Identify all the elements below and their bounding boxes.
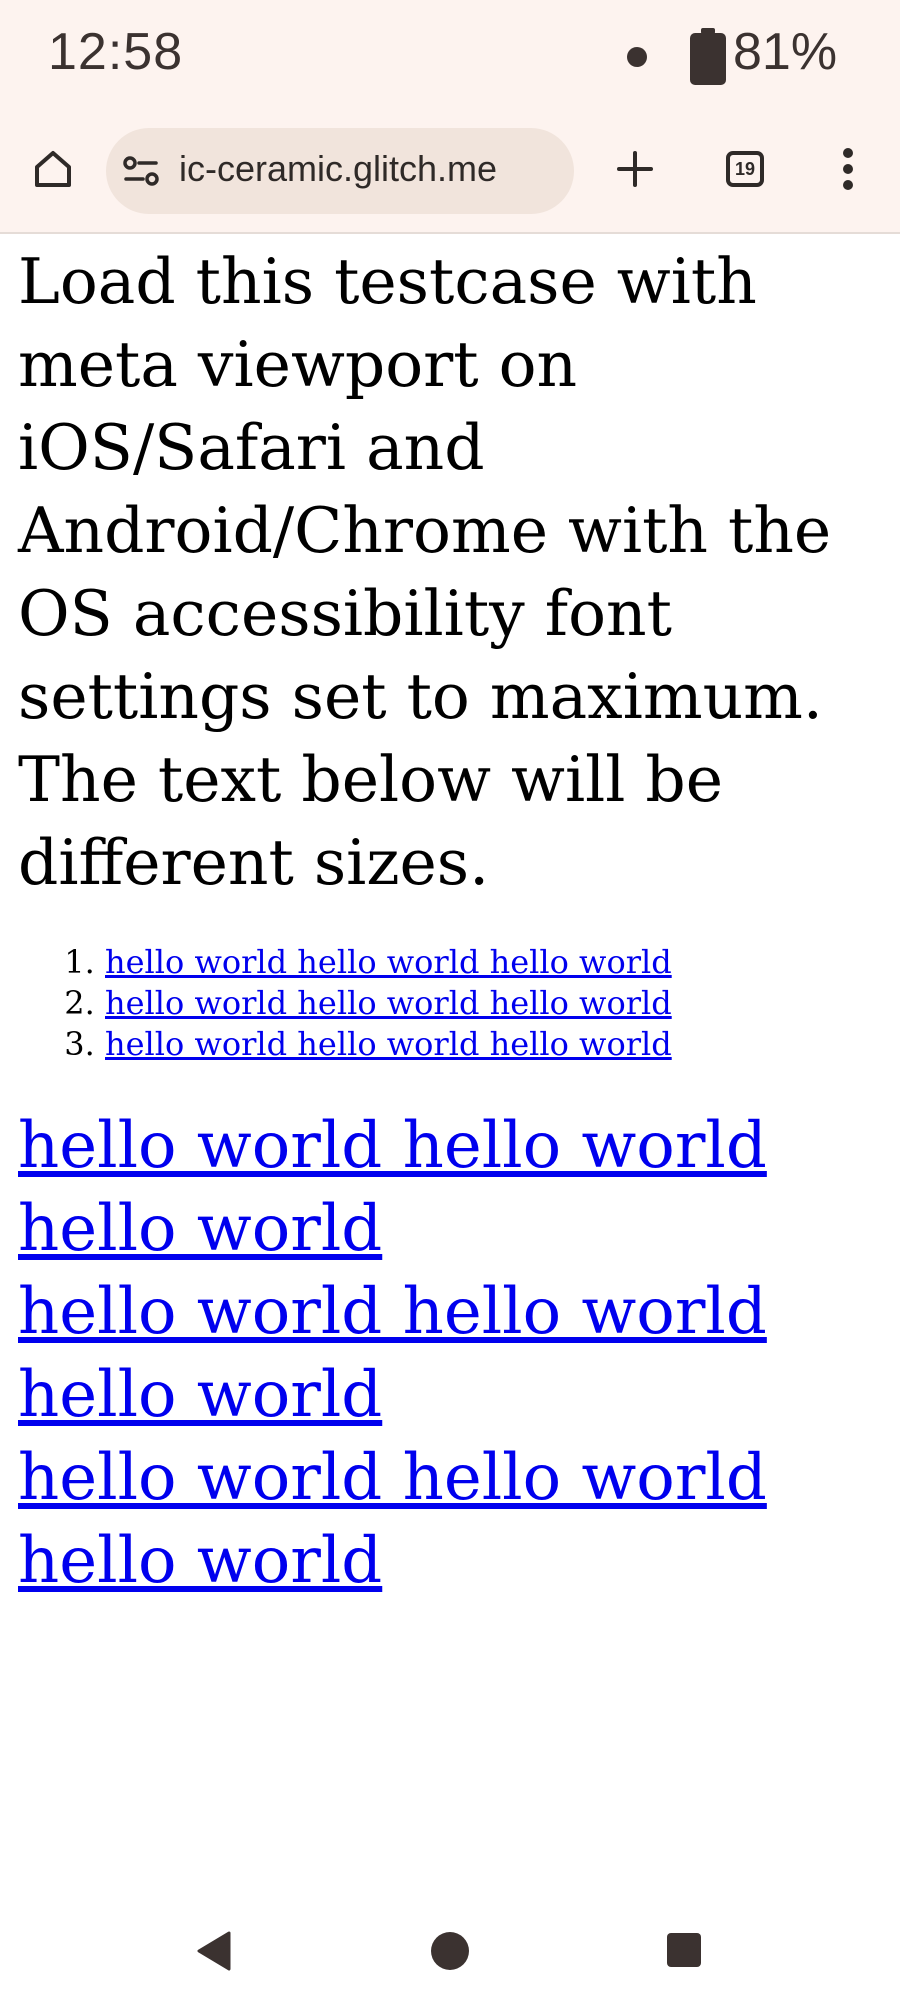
- url-text[interactable]: ic-ceramic.glitch.me: [179, 148, 497, 190]
- page-content: Load this testcase with meta viewport on…: [18, 240, 888, 1603]
- intro-paragraph: Load this testcase with meta viewport on…: [18, 245, 832, 899]
- tab-count: 19: [726, 151, 764, 187]
- status-time: 12:58: [48, 23, 184, 81]
- small-link-1[interactable]: hello world hello world hello world: [105, 943, 672, 981]
- list-item: hello world hello world hello world: [105, 983, 888, 1024]
- new-tab-button[interactable]: [604, 138, 666, 200]
- list-item: hello world hello world hello world: [105, 942, 888, 983]
- large-link-1[interactable]: hello world hello world hello world: [18, 1105, 838, 1271]
- small-link-2[interactable]: hello world hello world hello world: [105, 984, 672, 1022]
- large-link-2[interactable]: hello world hello world hello world: [18, 1271, 838, 1437]
- status-bar: 12:58 81%: [0, 0, 900, 110]
- large-link-3[interactable]: hello world hello world hello world: [18, 1437, 838, 1603]
- home-icon: [35, 151, 71, 187]
- list-item: hello world hello world hello world: [105, 1024, 888, 1065]
- battery-percent: 81%: [733, 23, 838, 81]
- notification-dot-icon: [627, 47, 647, 67]
- more-vert-icon: [843, 148, 853, 190]
- system-nav-bar: [0, 1890, 900, 1999]
- browser-toolbar: ic-ceramic.glitch.me 19: [0, 110, 900, 234]
- address-bar[interactable]: ic-ceramic.glitch.me: [106, 128, 574, 214]
- recents-square-icon[interactable]: [667, 1933, 701, 1967]
- home-circle-icon[interactable]: [431, 1932, 469, 1970]
- site-info-icon[interactable]: [120, 150, 162, 192]
- menu-button[interactable]: [826, 138, 870, 200]
- battery-icon: [690, 28, 726, 85]
- small-link-list: hello world hello world hello world hell…: [18, 942, 888, 1065]
- home-button[interactable]: [22, 138, 84, 200]
- small-link-3[interactable]: hello world hello world hello world: [105, 1025, 672, 1063]
- large-link-group: hello world hello world hello world hell…: [18, 1105, 838, 1603]
- tab-switcher-button[interactable]: 19: [714, 138, 776, 200]
- plus-icon: [617, 151, 653, 187]
- back-triangle-icon[interactable]: [195, 1930, 233, 1972]
